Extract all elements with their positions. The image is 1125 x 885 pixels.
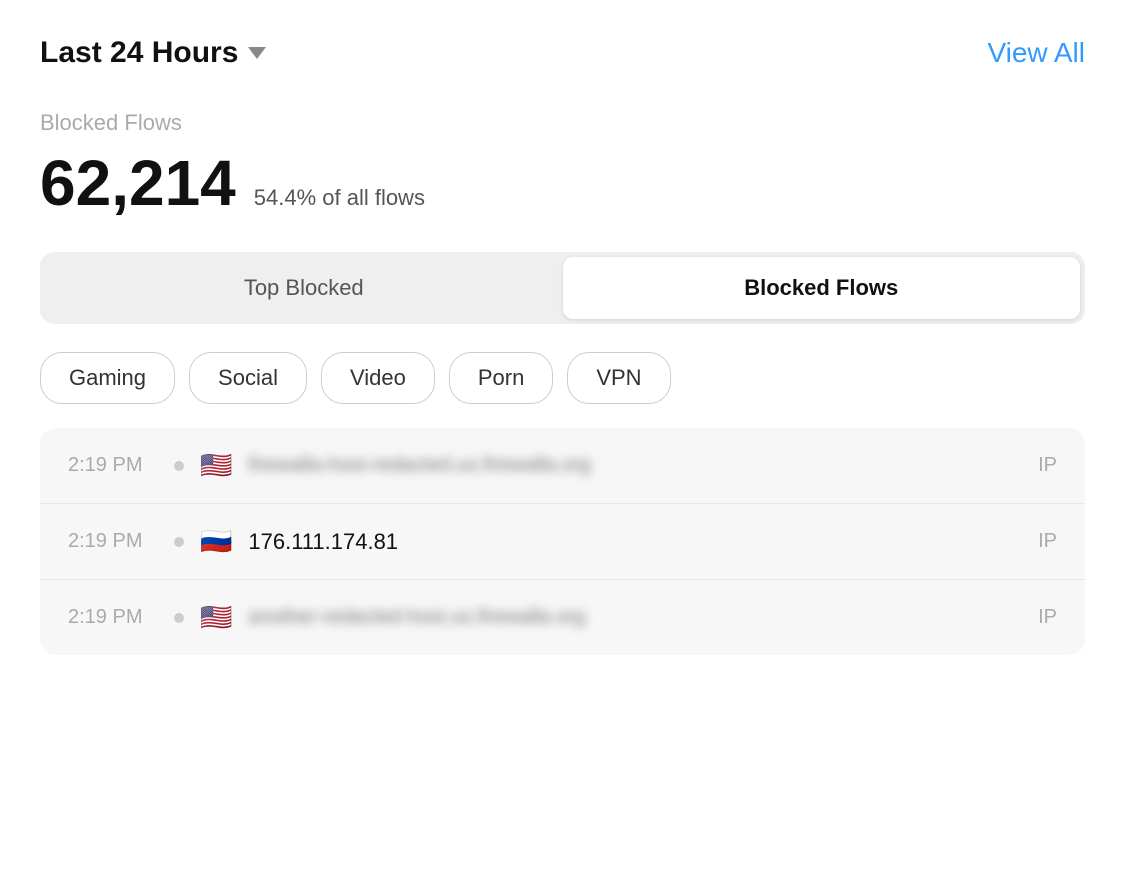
chip-social[interactable]: Social <box>189 352 307 404</box>
tab-top-blocked[interactable]: Top Blocked <box>45 257 563 319</box>
flow-row: 2:19 PM 🇷🇺 176.111.174.81 IP <box>40 504 1085 580</box>
category-filters: Gaming Social Video Porn VPN <box>40 352 1085 404</box>
flow-dot <box>174 613 184 623</box>
flow-host: 176.111.174.81 <box>248 529 1011 555</box>
flow-type: IP <box>1027 606 1057 629</box>
flow-dot <box>174 537 184 547</box>
flow-flag: 🇺🇸 <box>200 602 232 633</box>
flow-dot <box>174 461 184 471</box>
flow-flag: 🇷🇺 <box>200 526 232 557</box>
tab-switcher: Top Blocked Blocked Flows <box>40 252 1085 324</box>
stats-row: 62,214 54.4% of all flows <box>40 146 1085 220</box>
blocked-count: 62,214 <box>40 146 236 220</box>
flow-row: 2:19 PM 🇺🇸 another-redacted-host.us.fire… <box>40 580 1085 655</box>
chip-gaming[interactable]: Gaming <box>40 352 175 404</box>
flow-host: firewalla-host-redacted.us.firewalla.org <box>248 454 1011 477</box>
flow-time: 2:19 PM <box>68 530 158 553</box>
header-row: Last 24 Hours View All <box>40 36 1085 70</box>
flow-row: 2:19 PM 🇺🇸 firewalla-host-redacted.us.fi… <box>40 428 1085 504</box>
time-selector-label: Last 24 Hours <box>40 36 238 70</box>
chevron-down-icon <box>248 47 266 59</box>
flow-time: 2:19 PM <box>68 454 158 477</box>
chip-vpn[interactable]: VPN <box>567 352 670 404</box>
flow-host: another-redacted-host.us.firewalla.org <box>248 606 1011 629</box>
stats-section: Blocked Flows 62,214 54.4% of all flows <box>40 110 1085 220</box>
chip-porn[interactable]: Porn <box>449 352 553 404</box>
main-container: Last 24 Hours View All Blocked Flows 62,… <box>0 0 1125 885</box>
flow-time: 2:19 PM <box>68 606 158 629</box>
flow-flag: 🇺🇸 <box>200 450 232 481</box>
flow-list: 2:19 PM 🇺🇸 firewalla-host-redacted.us.fi… <box>40 428 1085 655</box>
flow-type: IP <box>1027 530 1057 553</box>
chip-video[interactable]: Video <box>321 352 435 404</box>
tab-blocked-flows[interactable]: Blocked Flows <box>563 257 1081 319</box>
view-all-link[interactable]: View All <box>987 37 1085 69</box>
blocked-flows-section-label: Blocked Flows <box>40 110 1085 136</box>
percent-label: 54.4% of all flows <box>254 185 425 211</box>
flow-type: IP <box>1027 454 1057 477</box>
time-selector[interactable]: Last 24 Hours <box>40 36 266 70</box>
